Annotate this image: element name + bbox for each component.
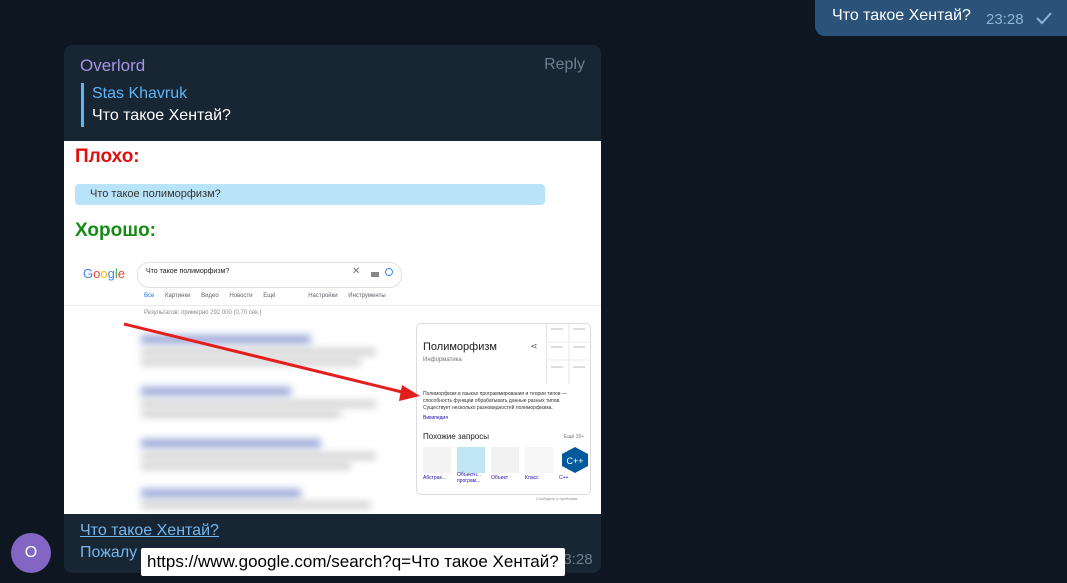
reply-button[interactable]: Reply xyxy=(544,56,585,74)
red-arrow xyxy=(123,322,420,401)
message-photo[interactable]: Плохо: Что такое полиморфизм? Хорошо: Go… xyxy=(64,141,601,514)
quote-author[interactable]: Stas Khavruk xyxy=(92,85,187,103)
incoming-message[interactable]: Overlord Reply Stas Khavruk Что такое Хе… xyxy=(64,45,601,573)
outgoing-message-text: Что такое Хентай? xyxy=(832,7,971,24)
quote-bar xyxy=(81,83,84,127)
check-icon xyxy=(1036,12,1052,25)
caption-text: Пожалу xyxy=(80,544,138,561)
link-tooltip: https://www.google.com/search?q=Что тако… xyxy=(141,548,565,576)
outgoing-message-time: 23:28 xyxy=(986,11,1024,28)
outgoing-message[interactable]: Что такое Хентай? 23:28 xyxy=(815,0,1067,36)
caption-link[interactable]: Что такое Хентай? xyxy=(80,522,219,540)
sender-name[interactable]: Overlord xyxy=(80,56,145,76)
quote-text[interactable]: Что такое Хентай? xyxy=(92,107,231,125)
avatar[interactable]: O xyxy=(11,533,51,573)
